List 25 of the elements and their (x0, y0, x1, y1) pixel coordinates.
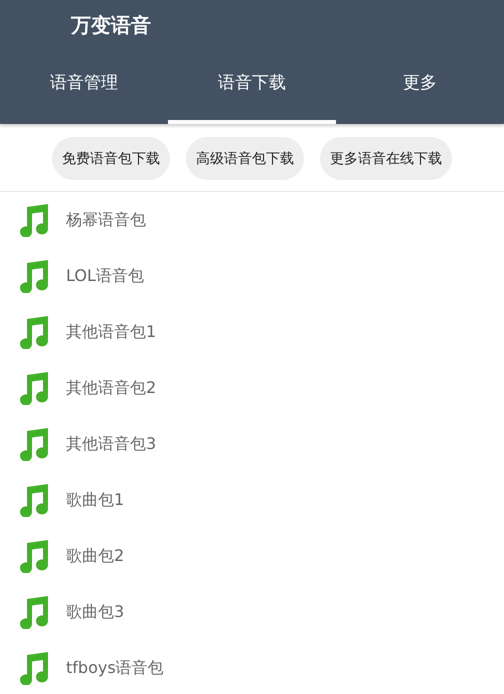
download-chip[interactable]: 更多语音在线下载 (320, 137, 452, 180)
music-note-icon (18, 259, 50, 293)
voice-pack-item[interactable]: tfboys语音包 (66, 658, 164, 678)
voice-pack-item[interactable]: 歌曲包1 (66, 490, 124, 510)
tab[interactable]: 语音管理 (0, 48, 168, 124)
voice-pack-item[interactable]: 其他语音包1 (66, 322, 156, 342)
music-note-icon (18, 483, 50, 517)
download-chip[interactable]: 免费语音包下载 (52, 137, 170, 180)
music-note-icon (18, 427, 50, 461)
voice-pack-item[interactable]: 杨幂语音包 (66, 210, 146, 230)
music-note-icon (18, 315, 50, 349)
app-title: 万变语音 (70, 12, 152, 39)
music-note-icon (18, 371, 50, 405)
voice-pack-item[interactable]: LOL语音包 (66, 266, 144, 286)
tab[interactable]: 更多 (336, 48, 504, 124)
download-chip[interactable]: 高级语音包下载 (186, 137, 304, 180)
voice-pack-item[interactable]: 歌曲包2 (66, 546, 124, 566)
music-note-icon (18, 539, 50, 573)
music-note-icon (18, 203, 50, 237)
voice-pack-item[interactable]: 其他语音包3 (66, 434, 156, 454)
voice-pack-item[interactable]: 其他语音包2 (66, 378, 156, 398)
music-note-icon (18, 595, 50, 629)
voice-pack-item[interactable]: 歌曲包3 (66, 602, 124, 622)
tab[interactable]: 语音下载 (168, 48, 336, 124)
music-note-icon (18, 651, 50, 685)
